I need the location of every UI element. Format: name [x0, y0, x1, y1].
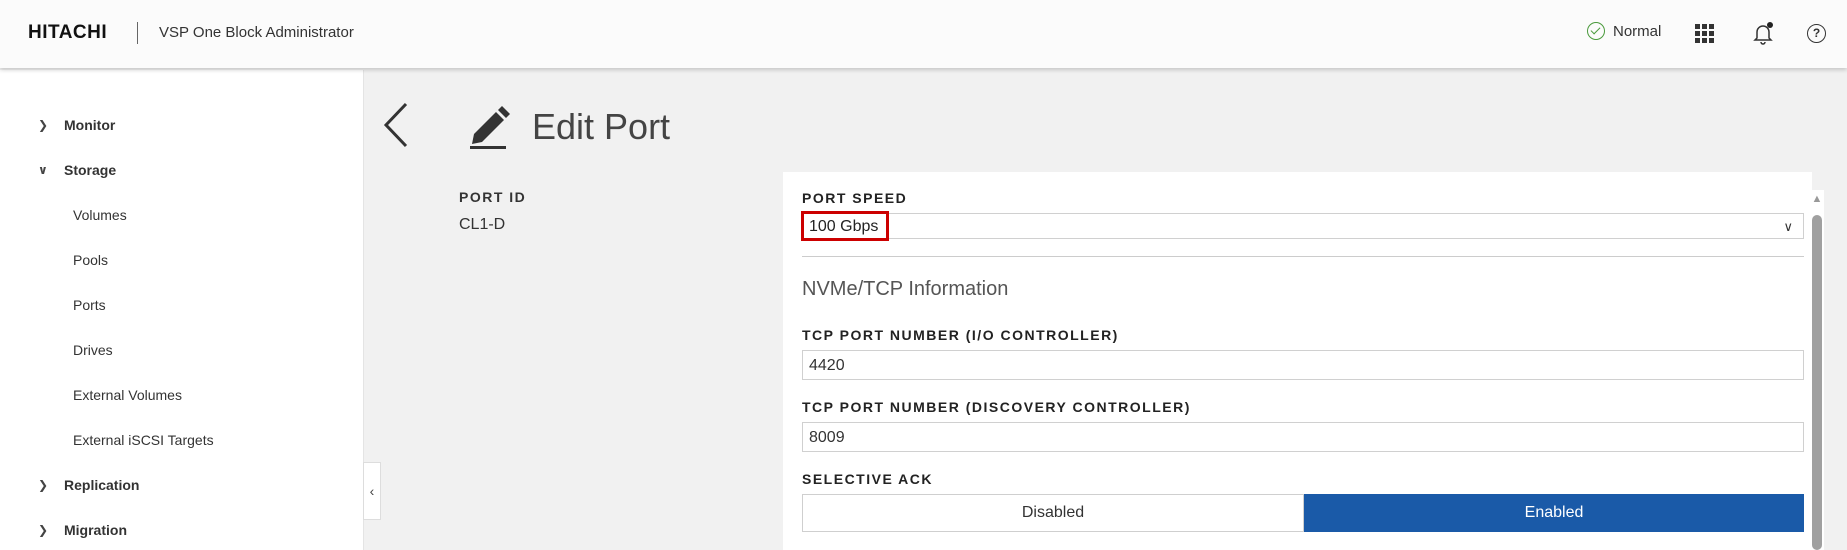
page-title: Edit Port — [532, 106, 671, 147]
chevron-right-icon: ❯ — [38, 478, 49, 492]
chevron-down-icon: ∨ — [1783, 219, 1793, 234]
app-title: VSP One Block Administrator — [159, 24, 354, 41]
nvme-tcp-section-title: NVMe/TCP Information — [802, 278, 1009, 300]
sidebar-item-migration[interactable]: ❯ Migration — [0, 515, 127, 545]
sidebar-item-storage[interactable]: ∨ Storage — [0, 155, 116, 185]
port-id-label: PORT ID — [459, 189, 527, 205]
notification-bell-icon[interactable] — [1751, 22, 1775, 46]
sidebar-item-label: Storage — [64, 162, 117, 178]
status-label: Normal — [1613, 22, 1662, 40]
collapse-sidebar-button[interactable]: ‹ — [363, 462, 381, 520]
selective-ack-enabled-button[interactable]: Enabled — [1304, 494, 1804, 532]
sidebar-item-external-volumes[interactable]: External Volumes — [73, 380, 182, 410]
selective-ack-disabled-button[interactable]: Disabled — [802, 494, 1304, 532]
check-circle-icon — [1587, 22, 1605, 40]
port-id-value: CL1-D — [459, 216, 506, 233]
port-speed-select[interactable]: 100 Gbps ∨ — [802, 213, 1804, 239]
port-speed-value: 100 Gbps — [809, 218, 879, 235]
header-divider — [137, 22, 138, 44]
sidebar-item-volumes[interactable]: Volumes — [73, 200, 127, 230]
tcp-io-port-input[interactable]: 4420 — [802, 350, 1804, 380]
sidebar-item-monitor[interactable]: ❯ Monitor — [0, 110, 115, 140]
tcp-discovery-port-label: TCP PORT NUMBER (DISCOVERY CONTROLLER) — [802, 399, 1191, 415]
sidebar-item-pools[interactable]: Pools — [73, 245, 108, 275]
selective-ack-label: SELECTIVE ACK — [802, 471, 933, 487]
sidebar-item-replication[interactable]: ❯ Replication — [0, 470, 139, 500]
tcp-io-port-label: TCP PORT NUMBER (I/O CONTROLLER) — [802, 327, 1119, 343]
sidebar-item-ports[interactable]: Ports — [73, 290, 106, 320]
back-arrow-icon[interactable] — [380, 100, 410, 150]
system-status[interactable]: Normal — [1587, 22, 1661, 40]
pencil-icon — [466, 104, 512, 150]
chevron-down-icon: ∨ — [38, 163, 48, 177]
scroll-up-arrow-icon[interactable]: ▲ — [1810, 194, 1824, 205]
scrollbar-thumb[interactable] — [1812, 215, 1822, 550]
hitachi-logo: HITACHI — [28, 22, 108, 43]
chevron-right-icon: ❯ — [38, 118, 49, 132]
sidebar-item-drives[interactable]: Drives — [73, 335, 113, 365]
sidebar-item-label: Replication — [64, 477, 140, 493]
help-icon[interactable]: ? — [1807, 24, 1826, 43]
sidebar-item-label: Monitor — [64, 117, 116, 133]
top-header: HITACHI VSP One Block Administrator Norm… — [0, 0, 1847, 68]
chevron-right-icon: ❯ — [38, 523, 49, 537]
section-divider — [802, 256, 1804, 257]
tcp-discovery-port-input[interactable]: 8009 — [802, 422, 1804, 452]
app-launcher-icon[interactable] — [1695, 24, 1714, 43]
sidebar-item-label: Migration — [64, 522, 127, 538]
sidebar-nav: ❯ Monitor ∨ Storage Volumes Pools Ports … — [0, 70, 364, 550]
sidebar-item-external-iscsi-targets[interactable]: External iSCSI Targets — [73, 425, 214, 455]
port-speed-label: PORT SPEED — [802, 190, 908, 206]
